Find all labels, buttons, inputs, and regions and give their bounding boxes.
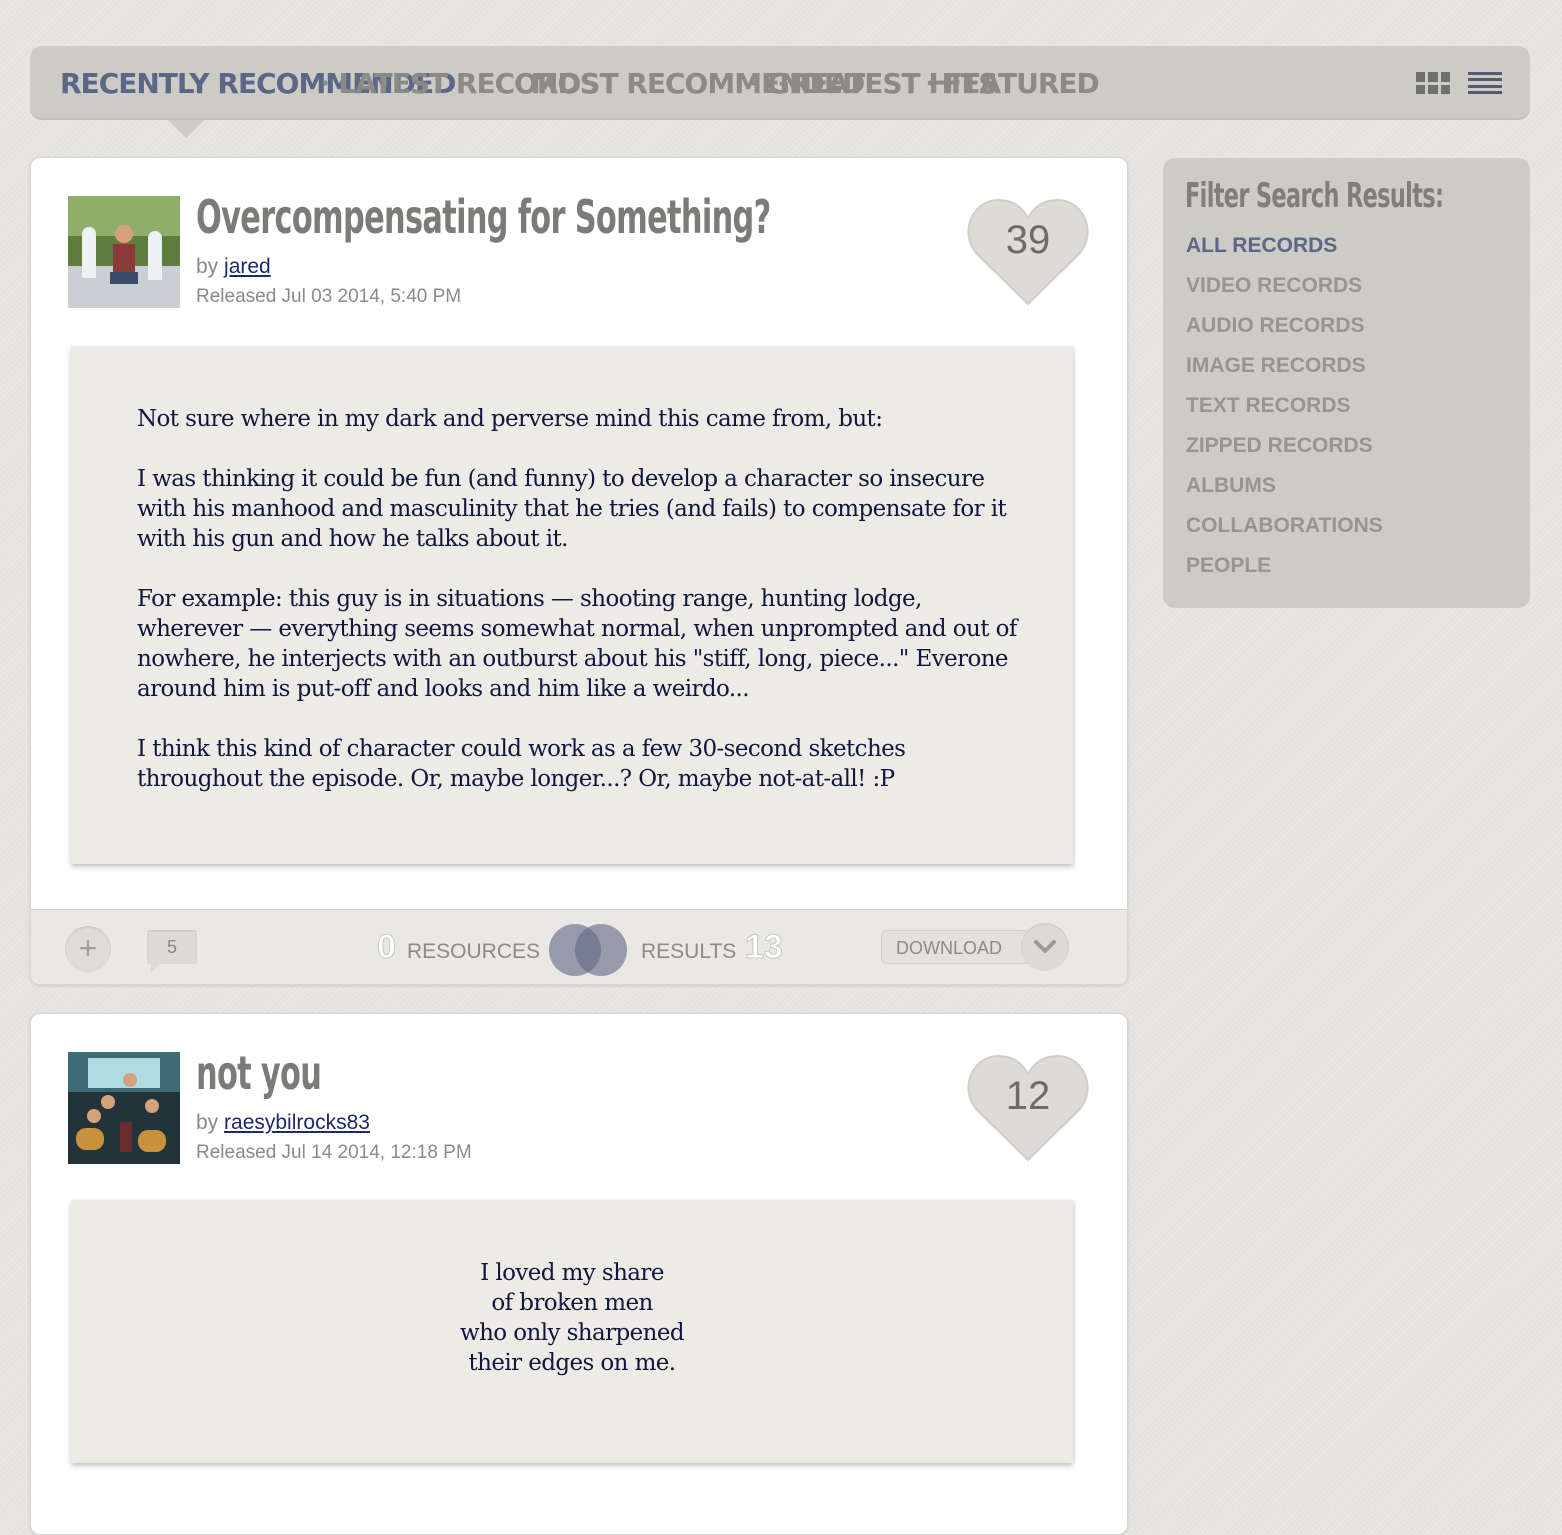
author-link[interactable]: jared [224,255,271,278]
record-text-body: I loved my share of broken men who only … [71,1200,1073,1463]
comments-button[interactable]: 5 [147,930,197,973]
recommend-count: 12 [1005,1074,1051,1118]
venn-icon[interactable] [549,924,629,976]
paragraph: I think this kind of character could wor… [137,736,906,792]
poem-line: who only sharpened [460,1320,685,1346]
paragraph: For example: this guy is in situations —… [137,586,1017,702]
grid-view-icon[interactable] [1416,72,1450,94]
recommend-count: 39 [1005,218,1051,262]
record-title[interactable]: not you [196,1046,322,1100]
record-text-body: Not sure where in my dark and perverse m… [71,346,1073,864]
avatar[interactable] [68,1052,180,1164]
poem-line: I loved my share [480,1260,664,1286]
release-date: Released Jul 03 2014, 5:40 PM [196,286,462,307]
record-footer: + 5 0 RESOURCES RESULTS 13 DOWNLOAD [31,909,1127,984]
poem-line: their edges on me. [468,1350,676,1376]
filter-list: ALL RECORDS VIDEO RECORDS AUDIO RECORDS … [1186,230,1383,590]
paragraph: I was thinking it could be fun (and funn… [137,466,1007,552]
record-title[interactable]: Overcompensating for Something? [196,190,771,244]
filter-all-records[interactable]: ALL RECORDS [1186,230,1383,270]
filter-people[interactable]: PEOPLE [1186,550,1383,590]
top-nav: RECENTLY RECOMMENDED • LATEST RECORDS • … [30,46,1530,120]
filter-text-records[interactable]: TEXT RECORDS [1186,390,1383,430]
nav-tabs: RECENTLY RECOMMENDED • LATEST RECORDS • … [60,46,1100,120]
avatar[interactable] [68,196,180,308]
filter-zipped-records[interactable]: ZIPPED RECORDS [1186,430,1383,470]
nav-separator: • [926,72,934,93]
by-label: by [196,255,219,278]
download-button[interactable]: DOWNLOAD [881,930,1031,964]
release-date: Released Jul 14 2014, 12:18 PM [196,1142,472,1163]
results-label[interactable]: RESULTS [641,940,736,964]
filter-collaborations[interactable]: COLLABORATIONS [1186,510,1383,550]
paragraph: Not sure where in my dark and perverse m… [137,406,883,432]
filter-audio-records[interactable]: AUDIO RECORDS [1186,310,1383,350]
nav-separator: • [514,72,521,93]
filter-video-records[interactable]: VIDEO RECORDS [1186,270,1383,310]
chevron-down-icon[interactable] [1021,923,1069,971]
recommend-heart-button[interactable]: 39 [967,196,1089,308]
record-card: not you by raesybilrocks83 Released Jul … [30,1013,1128,1535]
nav-separator: • [322,72,329,93]
list-view-icon[interactable] [1468,72,1502,94]
byline: by raesybilrocks83 [196,1111,370,1135]
resources-label[interactable]: RESOURCES [407,940,540,964]
tab-featured[interactable]: FEATURED [943,67,1100,100]
nav-separator: • [750,72,757,93]
filter-albums[interactable]: ALBUMS [1186,470,1383,510]
results-count: 13 [745,928,784,967]
recommend-heart-button[interactable]: 12 [967,1052,1089,1164]
byline: by jared [196,255,271,279]
view-toggle [1416,72,1502,94]
filter-heading: Filter Search Results: [1185,176,1444,216]
by-label: by [196,1111,219,1134]
record-card: Overcompensating for Something? by jared… [30,157,1128,985]
active-tab-pointer [168,120,204,138]
filter-sidebar: Filter Search Results: ALL RECORDS VIDEO… [1163,158,1530,608]
author-link[interactable]: raesybilrocks83 [224,1111,370,1134]
filter-image-records[interactable]: IMAGE RECORDS [1186,350,1383,390]
poem-line: of broken men [491,1290,653,1316]
add-button[interactable]: + [65,926,111,972]
resources-count: 0 [377,928,397,967]
